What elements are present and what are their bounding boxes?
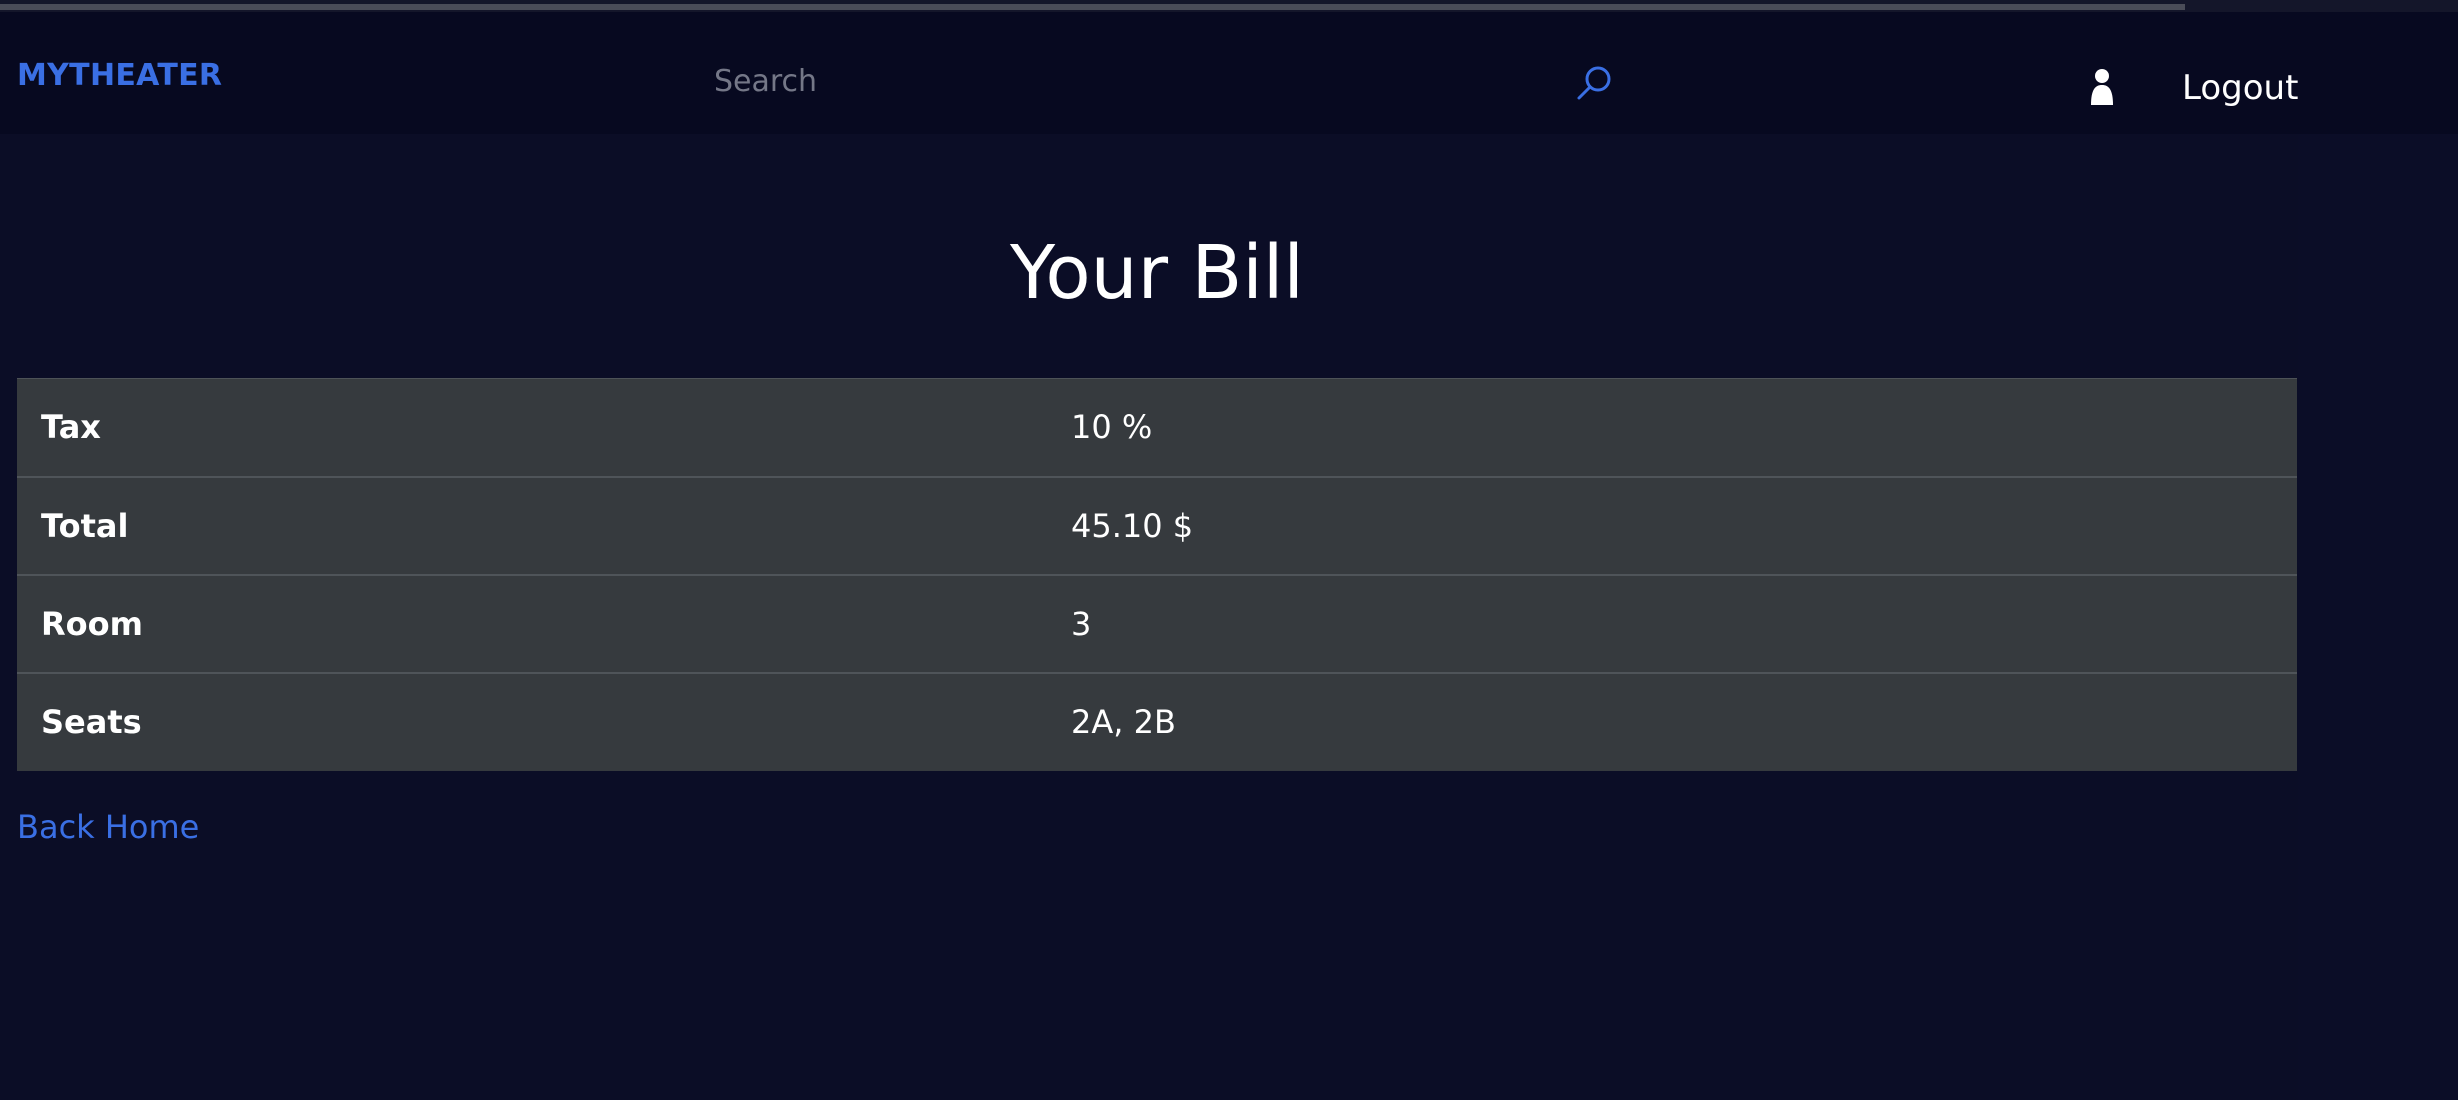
navbar: MYTHEATER Logout (0, 12, 2458, 134)
table-row: Total 45.10 $ (17, 477, 2297, 575)
bill-table: Tax 10 % Total 45.10 $ Room 3 Seats 2A, … (17, 378, 2297, 771)
row-value: 2A, 2B (1071, 703, 1176, 741)
window-top-bar (0, 0, 2458, 12)
row-label: Tax (41, 408, 101, 447)
user-icon[interactable] (2088, 68, 2116, 108)
table-row: Room 3 (17, 575, 2297, 673)
row-value: 3 (1071, 604, 1092, 643)
page-side-strip (2298, 134, 2458, 1100)
row-label: Room (41, 604, 143, 643)
table-row: Tax 10 % (17, 379, 2297, 477)
row-value: 45.10 $ (1071, 506, 1194, 545)
search-button[interactable] (1574, 62, 1616, 104)
back-home-link[interactable]: Back Home (17, 808, 199, 846)
search-icon (1577, 66, 1611, 100)
logout-link[interactable]: Logout (2182, 68, 2298, 108)
brand-logo[interactable]: MYTHEATER (17, 58, 222, 93)
row-label: Seats (41, 703, 142, 741)
table-row: Seats 2A, 2B (17, 673, 2297, 771)
row-value: 10 % (1071, 408, 1153, 447)
search-input[interactable] (712, 54, 1576, 108)
page-title: Your Bill (1010, 230, 1304, 316)
horizontal-scrollbar[interactable] (0, 4, 2185, 10)
row-label: Total (41, 506, 129, 545)
